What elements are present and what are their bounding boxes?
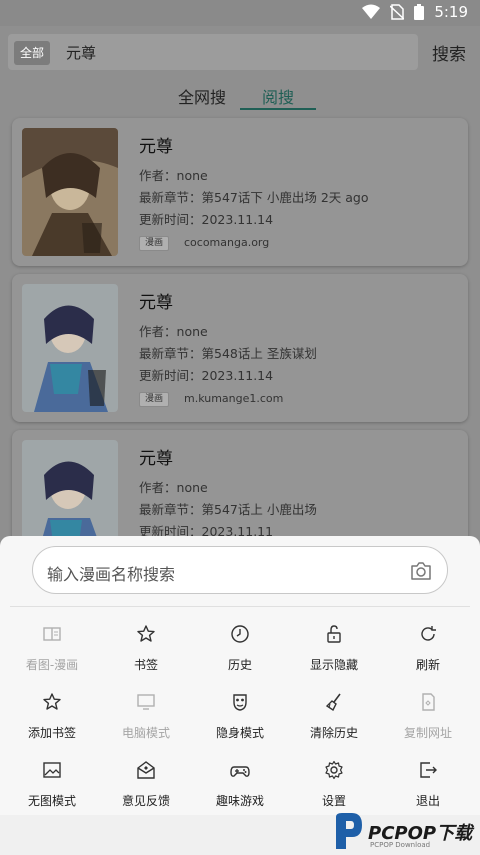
watermark-p-icon	[336, 813, 362, 849]
menu-desktop-mode[interactable]: 电脑模式	[98, 690, 194, 746]
no-sim-icon	[390, 4, 405, 20]
menu-history[interactable]: 历史	[192, 622, 288, 678]
comic-search-input[interactable]: 输入漫画名称搜索	[32, 546, 448, 594]
result-type-badge: 漫画	[139, 236, 170, 251]
tab-all-web[interactable]: 全网搜	[178, 84, 226, 108]
menu-feedback[interactable]: 意见反馈	[98, 758, 194, 814]
action-sheet: 输入漫画名称搜索 看图-漫画 书签 历史 显示隐藏 刷新 添加书签 电脑模式 隐…	[0, 536, 480, 815]
menu-no-image-mode[interactable]: 无图模式	[4, 758, 100, 814]
result-author: 作者：none	[139, 324, 208, 339]
gamepad-icon	[230, 766, 250, 777]
search-input[interactable]: 全部 元尊	[8, 34, 418, 70]
tab-read-search[interactable]: 阅搜	[262, 84, 294, 108]
exit-icon	[420, 762, 437, 778]
broom-icon	[325, 693, 341, 712]
search-placeholder: 输入漫画名称搜索	[47, 565, 176, 584]
refresh-icon	[421, 626, 436, 641]
result-card[interactable]: 元尊 作者：none 最新章节：第547话下 小鹿出场 2天 ago 更新时间：…	[12, 118, 468, 266]
book-icon	[43, 627, 61, 641]
camera-icon[interactable]	[409, 559, 433, 583]
result-latest-chapter: 最新章节：第547话下 小鹿出场 2天 ago	[139, 190, 369, 205]
feedback-icon	[137, 761, 155, 779]
comic-cover	[22, 284, 118, 412]
battery-icon	[414, 4, 425, 20]
copy-icon	[422, 693, 435, 711]
menu-show-hidden[interactable]: 显示隐藏	[286, 622, 382, 678]
scope-selector[interactable]: 全部	[14, 41, 51, 65]
result-type-badge: 漫画	[139, 392, 170, 407]
result-source-site: m.kumange1.com	[184, 392, 284, 405]
result-updated: 更新时间：2023.11.14	[139, 368, 274, 383]
menu-clear-history[interactable]: 清除历史	[286, 690, 382, 746]
result-card[interactable]: 元尊 作者：none 最新章节：第548话上 圣族谋划 更新时间：2023.11…	[12, 274, 468, 422]
result-title: 元尊	[139, 293, 173, 313]
watermark-logo: PCPOP下载 PCPOP Download	[330, 811, 480, 855]
status-bar: 5:19	[0, 0, 480, 26]
mask-icon	[233, 694, 247, 711]
divider	[10, 606, 470, 607]
menu-add-bookmark[interactable]: 添加书签	[4, 690, 100, 746]
image-icon	[43, 762, 61, 778]
menu-incognito[interactable]: 隐身模式	[192, 690, 288, 746]
result-latest-chapter: 最新章节：第547话上 小鹿出场	[139, 502, 317, 517]
result-latest-chapter: 最新章节：第548话上 圣族谋划	[139, 346, 317, 361]
search-tabs: 全网搜 阅搜	[0, 78, 480, 112]
star-icon	[137, 625, 155, 642]
search-query[interactable]: 元尊	[66, 42, 96, 63]
result-title: 元尊	[139, 137, 173, 157]
star-plus-icon	[43, 693, 61, 710]
menu-view-comic[interactable]: 看图-漫画	[4, 622, 100, 678]
menu-bookmarks[interactable]: 书签	[98, 622, 194, 678]
clock-time: 5:19	[434, 3, 468, 21]
result-author: 作者：none	[139, 168, 208, 183]
gear-icon	[325, 760, 343, 780]
clock-icon	[231, 625, 249, 643]
comic-cover	[22, 128, 118, 256]
menu-exit[interactable]: 退出	[380, 758, 476, 814]
menu-fun-games[interactable]: 趣味游戏	[192, 758, 288, 814]
result-title: 元尊	[139, 449, 173, 469]
menu-settings[interactable]: 设置	[286, 758, 382, 814]
menu-refresh[interactable]: 刷新	[380, 622, 476, 678]
search-header: 全部 元尊 搜索 全网搜 阅搜	[0, 26, 480, 116]
result-author: 作者：none	[139, 480, 208, 495]
menu-copy-url[interactable]: 复制网址	[380, 690, 476, 746]
result-updated: 更新时间：2023.11.14	[139, 212, 274, 227]
monitor-icon	[137, 694, 155, 710]
search-button[interactable]: 搜索	[432, 40, 466, 65]
watermark-sub: PCPOP Download	[370, 841, 431, 849]
result-source-site: cocomanga.org	[184, 236, 270, 249]
wifi-icon	[362, 4, 381, 19]
active-tab-indicator	[240, 108, 316, 110]
unlock-icon	[327, 625, 341, 643]
